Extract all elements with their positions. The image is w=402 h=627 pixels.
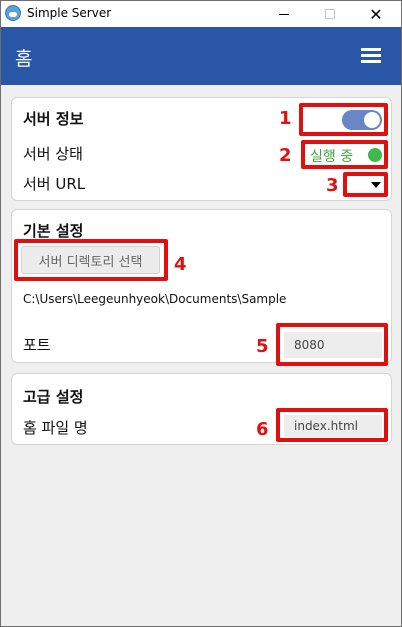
- advanced-settings-title: 고급 설정: [23, 388, 84, 406]
- server-directory-path: C:\Users\Leegeunhyeok\Documents\Sample: [23, 292, 287, 306]
- home-file-input[interactable]: index.html: [284, 415, 382, 437]
- chevron-down-icon: [371, 182, 381, 188]
- server-url-label: 서버 URL: [23, 175, 86, 193]
- toggle-knob: [364, 112, 380, 128]
- window-title: Simple Server: [27, 6, 112, 20]
- title-bar: Simple Server ✕: [1, 1, 401, 27]
- app-header: 홈: [1, 27, 401, 85]
- server-status-value: 실행 중: [310, 149, 354, 165]
- maximize-icon: [325, 9, 335, 19]
- minimize-icon: [279, 13, 289, 15]
- close-icon: ✕: [369, 4, 383, 24]
- server-url-dropdown[interactable]: [347, 176, 384, 193]
- annotation-marker-3: 3: [326, 175, 339, 196]
- basic-settings-card: 기본 설정 서버 디렉토리 선택 4 C:\Users\Leegeunhyeok…: [11, 209, 392, 366]
- annotation-marker-5: 5: [256, 336, 269, 357]
- port-label: 포트: [23, 336, 51, 354]
- server-toggle[interactable]: [342, 110, 382, 130]
- advanced-settings-card: 고급 설정 홈 파일 명 6 index.html: [11, 373, 392, 445]
- select-server-directory-button[interactable]: 서버 디렉토리 선택: [21, 246, 160, 274]
- maximize-button[interactable]: [307, 1, 353, 27]
- annotation-marker-1: 1: [279, 108, 292, 129]
- hamburger-menu-icon[interactable]: [361, 48, 381, 64]
- app-logo-icon: [5, 5, 21, 21]
- annotation-marker-2: 2: [279, 145, 292, 166]
- status-indicator-icon: [368, 148, 382, 162]
- app-window: Simple Server ✕ 홈 서버 정보 서버 상태 서버 URL 1 2: [0, 0, 402, 627]
- home-file-label: 홈 파일 명: [23, 419, 88, 437]
- page-title: 홈: [15, 48, 33, 70]
- close-button[interactable]: ✕: [353, 1, 399, 27]
- annotation-marker-6: 6: [256, 419, 269, 440]
- server-info-title: 서버 정보: [23, 110, 84, 128]
- minimize-button[interactable]: [261, 1, 307, 27]
- server-info-card: 서버 정보 서버 상태 서버 URL 1 2 실행 중 3: [11, 97, 392, 201]
- port-input[interactable]: 8080: [284, 332, 382, 358]
- basic-settings-title: 기본 설정: [23, 222, 84, 240]
- server-status-label: 서버 상태: [23, 145, 83, 163]
- annotation-marker-4: 4: [174, 254, 187, 275]
